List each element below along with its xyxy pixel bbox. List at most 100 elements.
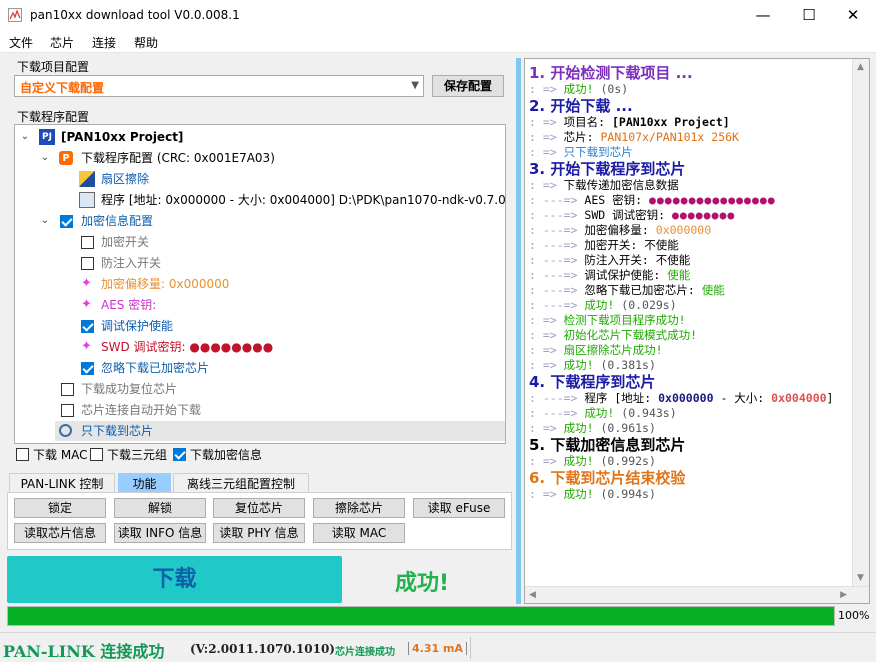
log-time: (0.994s) <box>600 487 656 501</box>
read-mac-button[interactable]: 读取 MAC <box>313 523 405 543</box>
erase-chip-button[interactable]: 擦除芯片 <box>313 498 405 518</box>
download-encrypt-label: 下载加密信息 <box>190 448 263 462</box>
prog-config-label: 下载程序配置 (CRC: 0x001E7A03) <box>81 151 275 165</box>
config-select[interactable]: 自定义下载配置 ▼ <box>14 75 424 97</box>
tree-node-reset-after[interactable]: 下载成功复位芯片 <box>61 379 461 399</box>
debug-protect-label: 调试保护使能 <box>101 319 174 333</box>
tab-offline-triple[interactable]: 离线三元组配置控制 <box>173 473 309 493</box>
auto-start-checkbox[interactable] <box>61 404 74 417</box>
sparkle-icon: ✦ <box>81 339 92 354</box>
log-line: : => 成功! (0.381s) <box>529 358 656 372</box>
status-separator <box>470 637 471 659</box>
log-ok: 成功! <box>563 358 594 372</box>
tree-node-erase[interactable]: 扇区擦除 <box>79 169 479 189</box>
debug-protect-checkbox[interactable] <box>81 320 94 333</box>
log-ok: 成功! <box>563 454 594 468</box>
read-efuse-button[interactable]: 读取 eFuse <box>413 498 505 518</box>
log-vertical-scrollbar[interactable]: ▲ ▼ <box>852 59 869 603</box>
tab-functions[interactable]: 功能 <box>118 473 171 493</box>
tree-node-skip-encrypted[interactable]: 忽略下载已加密芯片 <box>81 358 481 378</box>
chevron-down-icon[interactable]: ⌄ <box>39 148 51 168</box>
tree-node-enc-switch[interactable]: 加密开关 <box>81 232 481 252</box>
tree-node-anti-inject[interactable]: 防注入开关 <box>81 253 481 273</box>
tree-node-prog-config[interactable]: ⌄ P 下载程序配置 (CRC: 0x001E7A03) <box>39 148 499 168</box>
log-time: (0.961s) <box>600 421 656 435</box>
tree-node-enc-offset[interactable]: ✦ 加密偏移量: 0x000000 <box>81 274 481 294</box>
log-init-ok: 初始化芯片下载模式成功! <box>563 328 698 342</box>
unlock-button[interactable]: 解锁 <box>114 498 206 518</box>
reset-chip-button[interactable]: 复位芯片 <box>213 498 305 518</box>
project-icon: PJ <box>39 129 55 145</box>
log-sub3: 下载传递加密信息数据 <box>563 178 679 192</box>
tree-node-root[interactable]: ⌄ PJ [PAN10xx Project] <box>19 127 499 147</box>
menu-connect[interactable]: 连接 <box>92 34 116 51</box>
tab-pan-link[interactable]: PAN-LINK 控制 <box>9 473 115 493</box>
log-line: : ---=> 成功! (0.943s) <box>529 406 677 420</box>
log-line: : ---=> 调试保护使能: 使能 <box>529 268 691 282</box>
maximize-button[interactable]: ☐ <box>786 0 832 31</box>
project-name: [PAN10xx Project] <box>61 130 184 144</box>
close-button[interactable]: ✕ <box>830 0 876 31</box>
tree-node-encrypt-config[interactable]: ⌄ 加密信息配置 <box>39 211 499 231</box>
tree-node-program[interactable]: 程序 [地址: 0x000000 - 大小: 0x004000] D:\PDK\… <box>79 190 505 210</box>
program-config-tree: ⌄ PJ [PAN10xx Project] ⌄ P 下载程序配置 (CRC: … <box>14 124 506 444</box>
download-triple-checkbox[interactable] <box>90 448 103 461</box>
menu-file[interactable]: 文件 <box>9 34 33 51</box>
scroll-up-icon[interactable]: ▲ <box>857 62 864 72</box>
log-line: : ---=> 防注入开关: 不使能 <box>529 253 691 267</box>
log-chip-name: PAN107x/PAN101x 256K <box>600 130 739 144</box>
download-triple-option[interactable]: 下载三元组 <box>90 447 180 463</box>
encrypt-config-checkbox[interactable] <box>60 215 73 228</box>
lock-button[interactable]: 锁定 <box>14 498 106 518</box>
log-line: : => 扇区擦除芯片成功! <box>529 343 663 357</box>
tree-node-auto-start[interactable]: 芯片连接自动开始下载 <box>61 400 461 420</box>
log-line: : ---=> 忽略下载已加密芯片: 使能 <box>529 283 725 297</box>
read-chip-info-button[interactable]: 读取芯片信息 <box>14 523 106 543</box>
tree-node-only-download[interactable]: 只下载到芯片 <box>55 421 505 441</box>
chevron-down-icon[interactable]: ⌄ <box>19 127 31 147</box>
log-erase-ok: 扇区擦除芯片成功! <box>563 343 663 357</box>
read-phy-button[interactable]: 读取 PHY 信息 <box>213 523 305 543</box>
reset-after-checkbox[interactable] <box>61 383 74 396</box>
tree-node-aes-key[interactable]: ✦ AES 密钥: <box>81 295 481 315</box>
result-status: 成功! <box>395 571 450 596</box>
progress-fill <box>8 607 834 625</box>
minimize-button[interactable]: — <box>740 0 786 31</box>
download-mac-checkbox[interactable] <box>16 448 29 461</box>
skip-encrypted-label: 忽略下载已加密芯片 <box>101 361 210 375</box>
log-prog-size: 0x004000 <box>771 391 827 405</box>
skip-encrypted-checkbox[interactable] <box>81 362 94 375</box>
eraser-icon <box>79 171 95 187</box>
anti-inject-checkbox[interactable] <box>81 257 94 270</box>
menu-chip[interactable]: 芯片 <box>50 34 74 51</box>
save-config-button[interactable]: 保存配置 <box>432 75 504 97</box>
download-encrypt-checkbox[interactable] <box>173 448 186 461</box>
menu-bar: 文件 芯片 连接 帮助 <box>0 31 876 53</box>
program-icon: P <box>59 151 73 165</box>
read-info-button[interactable]: 读取 INFO 信息 <box>114 523 206 543</box>
scroll-right-icon[interactable]: ▶ <box>840 590 847 600</box>
log-heading-1: 1. 开始检测下载项目 ... <box>529 64 693 82</box>
scroll-left-icon[interactable]: ◀ <box>529 590 536 600</box>
menu-help[interactable]: 帮助 <box>134 34 158 51</box>
log-line: : => 检测下载项目程序成功! <box>529 313 686 327</box>
log-debug-val: 使能 <box>667 268 691 282</box>
progress-percent: 100% <box>838 609 870 622</box>
enc-switch-checkbox[interactable] <box>81 236 94 249</box>
download-encrypt-option[interactable]: 下载加密信息 <box>173 447 273 463</box>
pan-link-status: PAN-LINK 连接成功 <box>3 642 165 661</box>
download-mac-option[interactable]: 下载 MAC <box>16 447 96 463</box>
log-line: : => 初始化芯片下载模式成功! <box>529 328 698 342</box>
tree-node-swd-key[interactable]: ✦ SWD 调试密钥: ●●●●●●●● <box>81 337 481 357</box>
panel-splitter[interactable] <box>516 58 521 604</box>
download-config-title: 下载项目配置 <box>17 60 90 74</box>
log-horizontal-scrollbar[interactable]: ◀ ▶ <box>525 586 869 603</box>
download-button[interactable]: 下载 <box>7 556 342 603</box>
log-line: : ---=> 加密开关: 不使能 <box>529 238 679 252</box>
log-prog-addr: 0x000000 <box>658 391 714 405</box>
aes-key-label: AES 密钥: <box>101 298 157 312</box>
tree-node-debug-protect[interactable]: 调试保护使能 <box>81 316 481 336</box>
chevron-down-icon[interactable]: ⌄ <box>39 211 51 231</box>
scroll-down-icon[interactable]: ▼ <box>857 573 864 583</box>
status-bar: PAN-LINK 连接成功 (V:2.0011.1070.1010) 芯片连接成… <box>0 632 876 662</box>
